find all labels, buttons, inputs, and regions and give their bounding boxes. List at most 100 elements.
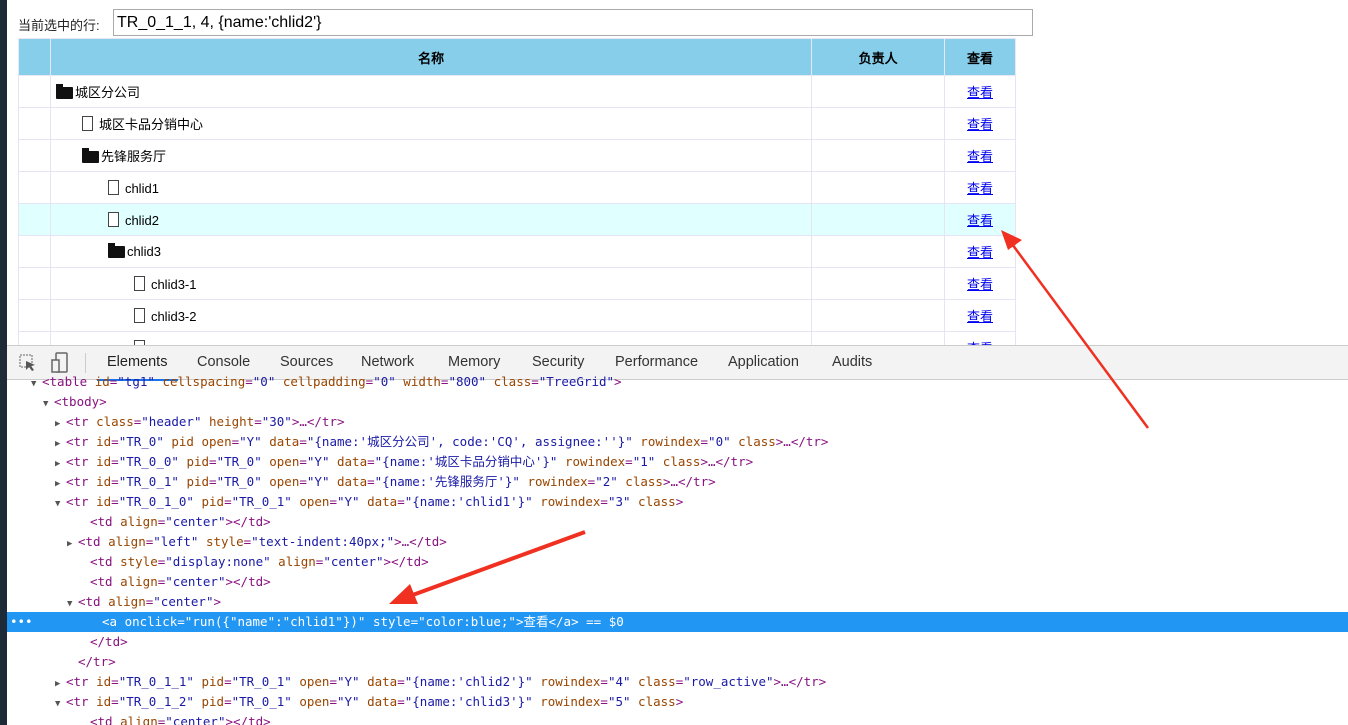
view-link[interactable]: 查看: [967, 149, 993, 164]
code-token: class: [617, 474, 663, 489]
more-icon[interactable]: •••: [10, 612, 33, 632]
dom-node-line[interactable]: ▶ <tr id="TR_0_1" pid="TR_0" open="Y" dat…: [7, 472, 1348, 492]
dom-node-line[interactable]: <td style="display:none" align="center">…: [7, 552, 1348, 572]
dom-node-line[interactable]: ▶ <td align="left" style="text-indent:40p…: [7, 532, 1348, 552]
code-token: open: [291, 674, 330, 689]
view-cell: 查看: [944, 75, 1016, 108]
code-token: class: [96, 414, 134, 429]
view-link[interactable]: 查看: [967, 277, 993, 292]
row-index-cell: [18, 299, 51, 332]
dom-node-line[interactable]: ▼ <tbody>: [7, 392, 1348, 412]
expanded-triangle-icon[interactable]: ▼: [55, 694, 66, 714]
dom-node-line[interactable]: ▼ <tr id="TR_0_1_2" pid="TR_0_1" open="Y"…: [7, 692, 1348, 712]
dom-node-line[interactable]: ▼ <table id="tg1" cellspacing="0" cellpad…: [7, 372, 1348, 392]
code-token: "TR_0_1_2": [118, 694, 194, 709]
devtools-tab-network[interactable]: Network: [361, 354, 414, 370]
view-link[interactable]: 查看: [967, 181, 993, 196]
expanded-triangle-icon[interactable]: ▼: [31, 374, 42, 394]
code-token: "{name:'chlid1'}": [404, 494, 533, 509]
code-token: </a>: [548, 614, 579, 629]
inspect-element-icon[interactable]: [19, 354, 37, 372]
collapsed-triangle-icon[interactable]: ▶: [55, 414, 66, 434]
code-token: =: [111, 674, 119, 689]
code-token: >…</td>: [394, 534, 447, 549]
code-token: >: [213, 594, 222, 609]
code-token: "2": [595, 474, 618, 489]
code-token: align: [108, 594, 146, 609]
collapsed-triangle-icon[interactable]: ▶: [67, 534, 78, 554]
devtools-tab-security[interactable]: Security: [532, 354, 584, 370]
code-token: <tr: [66, 474, 97, 489]
code-token: "4": [607, 674, 631, 689]
code-token: =: [329, 694, 337, 709]
devtools-tab-sources[interactable]: Sources: [280, 354, 333, 370]
collapsed-triangle-icon[interactable]: ▶: [55, 474, 66, 494]
devtools-tab-elements[interactable]: Elements: [96, 354, 179, 381]
table-row[interactable]: chlid2 查看: [18, 203, 1016, 236]
devtools-tab-console[interactable]: Console: [197, 354, 250, 370]
table-row[interactable]: chlid1 查看: [18, 171, 1016, 204]
view-link[interactable]: 查看: [967, 245, 993, 260]
code-token: =: [111, 454, 119, 469]
selected-row-input[interactable]: [113, 9, 1033, 36]
dom-node-line[interactable]: <td align="center"></td>: [7, 572, 1348, 592]
code-token: "TR_0_1": [231, 694, 292, 709]
view-link[interactable]: 查看: [967, 309, 993, 324]
view-link[interactable]: 查看: [967, 117, 993, 132]
devtools-tab-application[interactable]: Application: [728, 354, 799, 370]
table-row[interactable]: 先锋服务厅 查看: [18, 139, 1016, 172]
dom-node-line[interactable]: ▶ <tr id="TR_0_1_1" pid="TR_0_1" open="Y"…: [7, 672, 1348, 692]
table-row[interactable]: 城区分公司 查看: [18, 75, 1016, 108]
code-token: "run({"name":"chlid1"})": [184, 614, 366, 629]
device-toolbar-icon[interactable]: [51, 352, 69, 374]
row-index-cell: [18, 203, 51, 236]
dom-node-line[interactable]: ▶ <tr id="TR_0_0" pid="TR_0" open="Y" dat…: [7, 452, 1348, 472]
view-cell: 查看: [944, 331, 1016, 345]
table-row[interactable]: chlid3 查看: [18, 235, 1016, 268]
dom-node-line[interactable]: </tr>: [7, 652, 1348, 672]
dom-node-line[interactable]: ▶ <tr id="TR_0" pid open="Y" data="{name:…: [7, 432, 1348, 452]
code-token: pid open: [163, 434, 232, 449]
table-row[interactable]: chlid3-2 查看: [18, 299, 1016, 332]
devtools-tab-audits[interactable]: Audits: [832, 354, 872, 370]
collapsed-triangle-icon[interactable]: ▶: [55, 674, 66, 694]
code-token: <td: [78, 594, 109, 609]
dom-node-line[interactable]: ▼ <tr id="TR_0_1_0" pid="TR_0_1" open="Y"…: [7, 492, 1348, 512]
code-token: align: [120, 574, 158, 589]
code-token: =: [224, 694, 232, 709]
dom-node-line[interactable]: <td align="center"></td>: [7, 512, 1348, 532]
code-token: onclick: [124, 614, 178, 629]
view-link[interactable]: 查看: [967, 85, 993, 100]
expanded-triangle-icon[interactable]: ▼: [67, 594, 78, 614]
table-row[interactable]: 查看: [18, 331, 1016, 345]
code-token: =: [397, 674, 405, 689]
table-row[interactable]: chlid3-1 查看: [18, 267, 1016, 300]
dom-node-line[interactable]: ▶ <tr class="header" height="30">…</tr>: [7, 412, 1348, 432]
row-index-cell: [18, 139, 51, 172]
code-token: "left": [153, 534, 199, 549]
collapsed-triangle-icon[interactable]: ▶: [55, 454, 66, 474]
view-link[interactable]: 查看: [967, 213, 993, 228]
dom-node-line[interactable]: </td>: [7, 632, 1348, 652]
expanded-triangle-icon[interactable]: ▼: [43, 394, 54, 414]
code-token: "0": [708, 434, 731, 449]
code-token: =: [299, 434, 307, 449]
code-token: class: [730, 434, 776, 449]
table-row[interactable]: 城区卡品分销中心 查看: [18, 107, 1016, 140]
dom-node-line[interactable]: ▼ <td align="center">: [7, 592, 1348, 612]
code-token: "{name:'chlid2'}": [404, 674, 533, 689]
assignee-cell: [811, 75, 946, 108]
folder-icon: [55, 84, 73, 99]
assignee-cell: [811, 139, 946, 172]
devtools-tab-performance[interactable]: Performance: [615, 354, 698, 370]
code-token: align: [120, 714, 158, 725]
dom-node-line[interactable]: ••• <a onclick="run({"name":"chlid1"})" s…: [7, 612, 1348, 632]
code-token: =: [367, 474, 375, 489]
dom-node-line[interactable]: <td align="center"></td>: [7, 712, 1348, 725]
code-token: "30": [261, 414, 292, 429]
collapsed-triangle-icon[interactable]: ▶: [55, 434, 66, 454]
code-token: rowindex: [532, 674, 601, 689]
expanded-triangle-icon[interactable]: ▼: [55, 494, 66, 514]
code-token: pid: [193, 494, 225, 509]
devtools-tab-memory[interactable]: Memory: [448, 354, 500, 370]
